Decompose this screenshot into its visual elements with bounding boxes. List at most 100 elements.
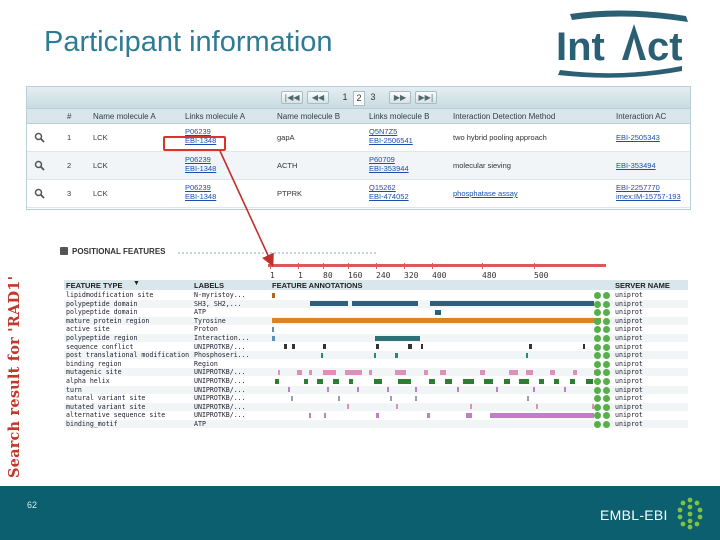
feature-segment[interactable] bbox=[434, 309, 442, 315]
feature-segment[interactable] bbox=[272, 326, 274, 332]
feature-segment[interactable] bbox=[495, 387, 498, 393]
molecule-a-uniprot-link[interactable]: P06239 bbox=[185, 127, 211, 136]
feature-row[interactable]: lipidmodification site N-myristoy... unipr… bbox=[64, 291, 688, 299]
feature-segment[interactable] bbox=[344, 369, 363, 375]
molecule-b-uniprot-link[interactable]: Q5N7Z5 bbox=[369, 127, 397, 136]
feature-segment[interactable] bbox=[420, 344, 424, 350]
feature-segment[interactable] bbox=[376, 344, 379, 350]
feature-segment[interactable] bbox=[415, 387, 418, 393]
feature-segment[interactable] bbox=[415, 395, 418, 401]
search-icon[interactable] bbox=[34, 132, 45, 143]
feature-segment[interactable] bbox=[395, 404, 399, 410]
next-page-button[interactable]: ▶▶ bbox=[389, 91, 411, 104]
feature-segment[interactable] bbox=[317, 378, 323, 384]
table-row[interactable]: 2 LCK P06239 EBI-1348 ACTH P60709 EBI-353944 mo… bbox=[27, 152, 690, 180]
feature-segment[interactable] bbox=[346, 404, 349, 410]
feature-segment[interactable] bbox=[430, 301, 595, 307]
feature-segment[interactable] bbox=[569, 378, 575, 384]
feature-segment[interactable] bbox=[519, 378, 530, 384]
feature-segment[interactable] bbox=[373, 378, 382, 384]
feature-segment[interactable] bbox=[489, 412, 595, 418]
col-feature-annotations[interactable]: FEATURE ANNOTATIONS bbox=[272, 281, 363, 290]
col-labels[interactable]: LABELS bbox=[194, 281, 224, 290]
feature-row[interactable]: binding_motif ATP uniprot bbox=[64, 420, 688, 429]
feature-segment[interactable] bbox=[272, 335, 275, 341]
feature-row[interactable]: alternative sequence site UNIPROTKB/... un… bbox=[64, 411, 688, 420]
feature-segment[interactable] bbox=[538, 378, 544, 384]
feature-segment[interactable] bbox=[349, 378, 354, 384]
search-icon[interactable] bbox=[34, 188, 45, 199]
molecule-b-uniprot-link[interactable]: Q15262 bbox=[369, 183, 396, 192]
collapse-icon[interactable] bbox=[60, 247, 68, 255]
col-feature-type[interactable]: FEATURE TYPE bbox=[66, 281, 123, 290]
feature-segment[interactable] bbox=[503, 378, 510, 384]
table-row[interactable]: 3 LCK P06239 EBI-1348 PTPRK Q15262 EBI-474052 p… bbox=[27, 180, 690, 208]
col-header-method[interactable]: Interaction Detection Method bbox=[453, 112, 555, 121]
interaction-ac-link[interactable]: EBI-2257770 bbox=[616, 183, 660, 192]
feature-segment[interactable] bbox=[463, 378, 474, 384]
feature-segment[interactable] bbox=[386, 387, 389, 393]
molecule-a-intact-link[interactable]: EBI-1348 bbox=[185, 164, 216, 173]
feature-segment[interactable] bbox=[287, 387, 290, 393]
feature-segment[interactable] bbox=[439, 369, 447, 375]
table-row[interactable]: 1 LCK P06239 EBI-1348 gapA Q5N7Z5 EBI-2506541 t… bbox=[27, 124, 690, 152]
feature-segment[interactable] bbox=[508, 369, 518, 375]
feature-segment[interactable] bbox=[465, 412, 472, 418]
col-header-links-b[interactable]: Links molecule B bbox=[369, 112, 429, 121]
interaction-ac-link[interactable]: imex:IM-15757-193 bbox=[616, 192, 681, 201]
feature-segment[interactable] bbox=[408, 344, 412, 350]
molecule-b-uniprot-link[interactable]: P60709 bbox=[369, 155, 395, 164]
feature-segment[interactable] bbox=[424, 369, 429, 375]
feature-row[interactable]: sequence conflict UNIPROTKB/... uniprot bbox=[64, 343, 688, 351]
feature-segment[interactable] bbox=[275, 378, 280, 384]
page-link-2[interactable]: 2 bbox=[353, 91, 365, 106]
feature-segment[interactable] bbox=[554, 378, 560, 384]
feature-segment[interactable] bbox=[373, 352, 376, 358]
feature-segment[interactable] bbox=[309, 412, 311, 418]
molecule-b-intact-link[interactable]: EBI-353944 bbox=[369, 164, 409, 173]
feature-row[interactable]: polypeptide region Interaction... uniprot bbox=[64, 334, 688, 343]
feature-segment[interactable] bbox=[525, 352, 528, 358]
feature-segment[interactable] bbox=[277, 369, 281, 375]
feature-segment[interactable] bbox=[327, 387, 330, 393]
detection-method[interactable]: phosphatase assay bbox=[453, 189, 518, 198]
feature-segment[interactable] bbox=[375, 335, 421, 341]
feature-segment[interactable] bbox=[303, 378, 308, 384]
interaction-ac-link[interactable]: EBI-2505343 bbox=[616, 133, 660, 142]
feature-segment[interactable] bbox=[445, 378, 452, 384]
feature-segment[interactable] bbox=[376, 412, 379, 418]
feature-segment[interactable] bbox=[310, 301, 348, 307]
feature-row[interactable]: binding region Region uniprot bbox=[64, 360, 688, 368]
feature-segment[interactable] bbox=[428, 378, 436, 384]
feature-segment[interactable] bbox=[351, 301, 418, 307]
page-link-3[interactable]: 3 bbox=[367, 91, 379, 104]
feature-segment[interactable] bbox=[284, 344, 287, 350]
feature-segment[interactable] bbox=[586, 378, 593, 384]
molecule-a-uniprot-link[interactable]: P06239 bbox=[185, 183, 211, 192]
last-page-button[interactable]: ▶▶| bbox=[415, 91, 437, 104]
feature-segment[interactable] bbox=[535, 404, 539, 410]
feature-segment[interactable] bbox=[323, 412, 326, 418]
feature-segment[interactable] bbox=[390, 395, 392, 401]
feature-row[interactable]: turn UNIPROTKB/... uniprot bbox=[64, 385, 688, 394]
feature-row[interactable]: alpha helix UNIPROTKB/... uniprot bbox=[64, 377, 688, 385]
feature-segment[interactable] bbox=[572, 369, 578, 375]
feature-segment[interactable] bbox=[292, 344, 295, 350]
feature-segment[interactable] bbox=[332, 378, 340, 384]
col-header-name-a[interactable]: Name molecule A bbox=[93, 112, 156, 121]
feature-segment[interactable] bbox=[356, 387, 359, 393]
feature-row[interactable]: mutagenic site UNIPROTKB/... uniprot bbox=[64, 368, 688, 377]
feature-segment[interactable] bbox=[309, 369, 312, 375]
feature-segment[interactable] bbox=[480, 369, 486, 375]
feature-row[interactable]: polypeptide domain SH3, SH2,... uniprot bbox=[64, 299, 688, 308]
feature-segment[interactable] bbox=[291, 395, 294, 401]
feature-segment[interactable] bbox=[427, 412, 430, 418]
feature-segment[interactable] bbox=[529, 344, 532, 350]
col-header-num[interactable]: # bbox=[67, 112, 71, 121]
feature-row[interactable]: mature protein region Tyrosine uniprot bbox=[64, 316, 688, 325]
feature-row[interactable]: mutated variant site UNIPROTKB/... uniprot bbox=[64, 402, 688, 411]
search-icon[interactable] bbox=[34, 160, 45, 171]
interaction-ac-link[interactable]: EBI-353494 bbox=[616, 161, 656, 170]
feature-segment[interactable] bbox=[272, 318, 602, 324]
col-server-name[interactable]: SERVER NAME bbox=[615, 281, 670, 290]
